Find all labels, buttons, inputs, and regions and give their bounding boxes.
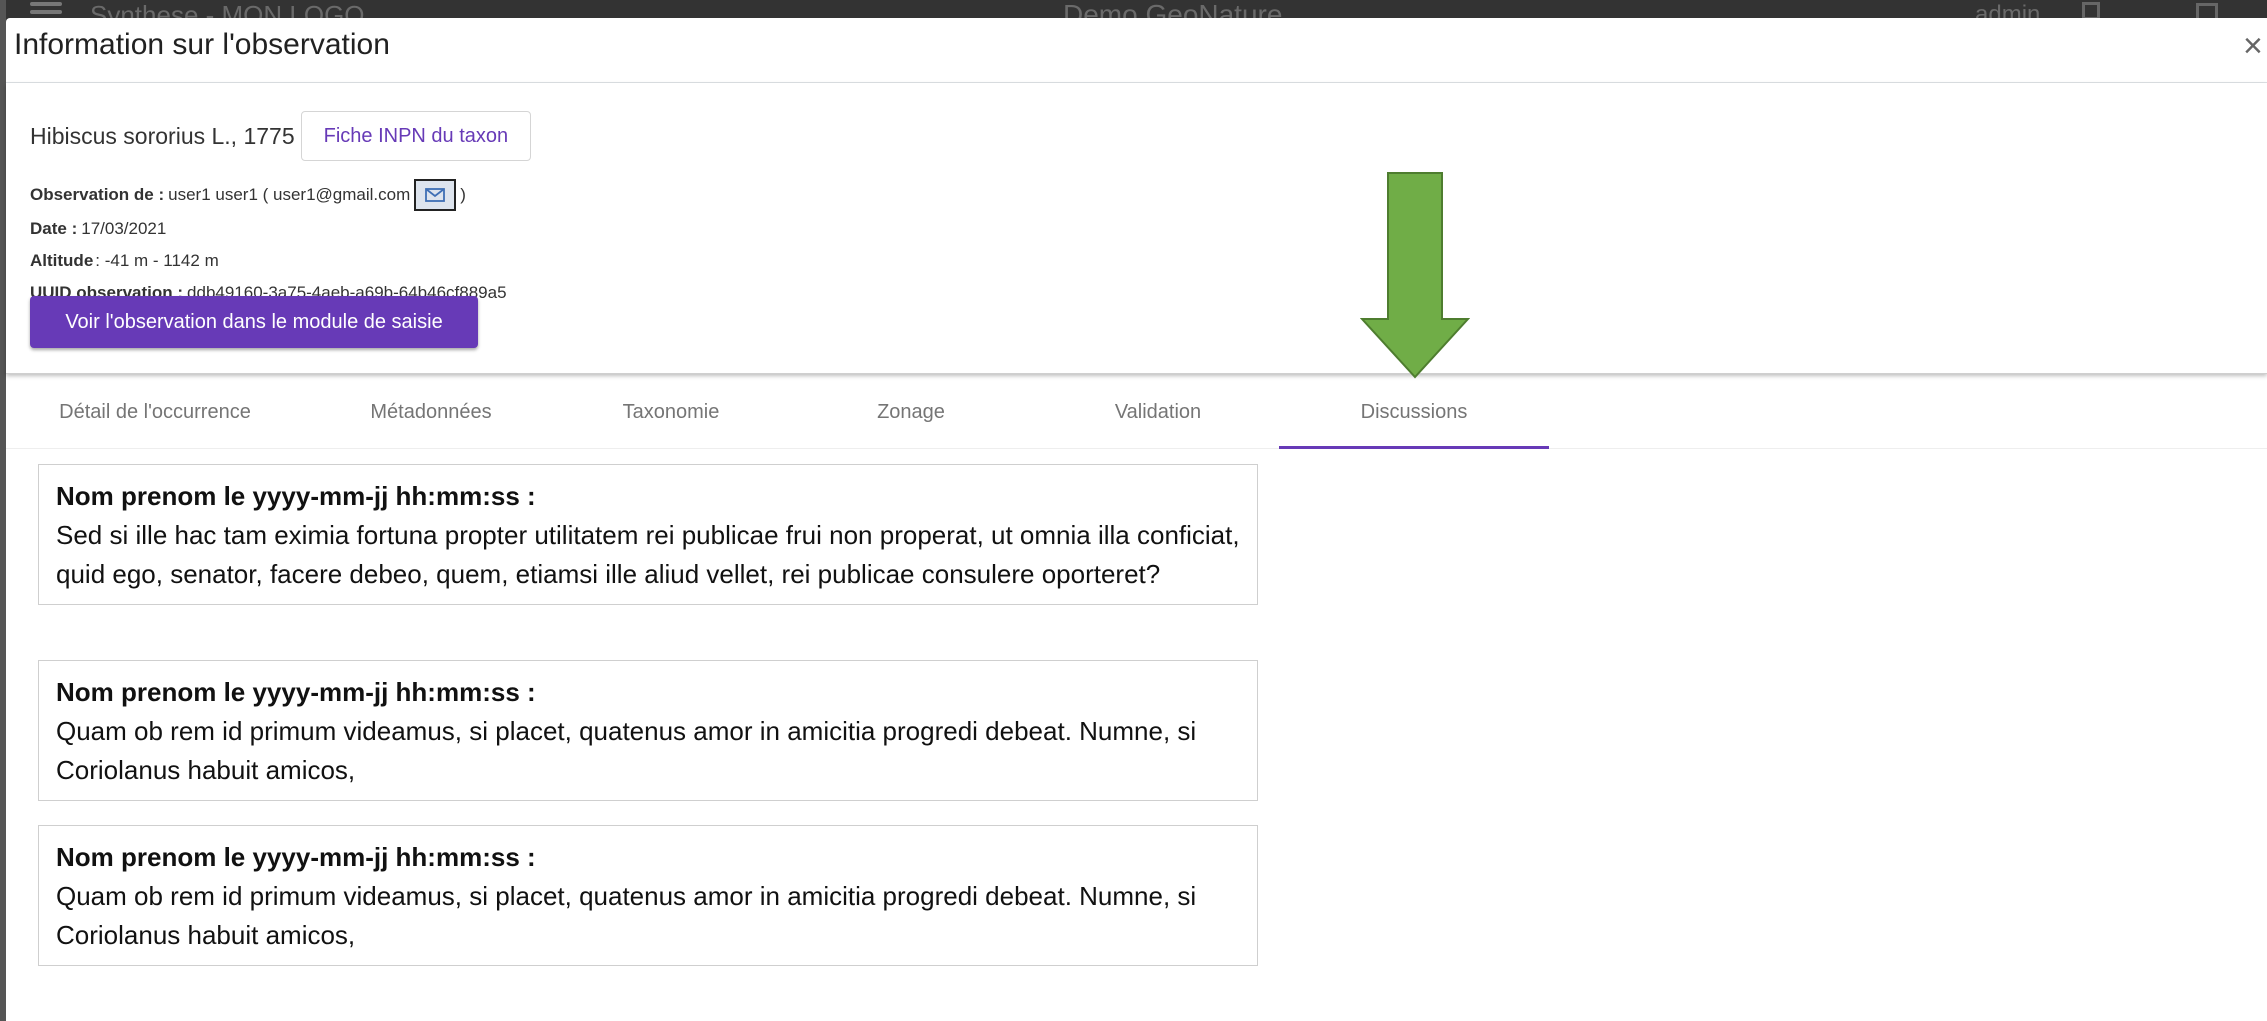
altitude-line: Altitude : -41 m - 1142 m <box>30 251 219 271</box>
observer-close-paren: ) <box>460 185 466 204</box>
taxon-name: Hibiscus sororius L., 1775 <box>30 122 295 149</box>
tab-zonage[interactable]: Zonage <box>816 378 1006 446</box>
observation-modal: Information sur l'observation × Hibiscus… <box>6 18 2267 1021</box>
tab-validation[interactable]: Validation <box>1058 378 1258 446</box>
discussion-message: Nom prenom le yyyy-mm-jj hh:mm:ss : Quam… <box>38 825 1258 966</box>
message-text: Quam ob rem id primum videamus, si place… <box>56 881 1197 950</box>
tab-discussions[interactable]: Discussions <box>1279 378 1549 449</box>
tab-taxonomie[interactable]: Taxonomie <box>576 378 766 446</box>
modal-title: Information sur l'observation <box>14 28 390 61</box>
modal-header: Information sur l'observation × <box>6 18 2267 83</box>
mail-icon[interactable] <box>414 179 457 211</box>
message-text: Quam ob rem id primum videamus, si place… <box>56 716 1197 785</box>
date-line: Date : 17/03/2021 <box>30 219 166 239</box>
message-author: Nom prenom le yyyy-mm-jj hh:mm:ss : <box>56 677 536 707</box>
message-text: Sed si ille hac tam eximia fortuna propt… <box>56 520 1240 589</box>
tab-detail-occurrence[interactable]: Détail de l'occurrence <box>20 378 290 446</box>
observer-label: Observation de : <box>30 185 165 204</box>
observation-info-card: Hibiscus sororius L., 1775 Fiche INPN du… <box>6 83 2267 379</box>
inpn-button[interactable]: Fiche INPN du taxon <box>300 111 532 161</box>
down-arrow-annotation <box>1360 172 1470 379</box>
altitude-value: : -41 m - 1142 m <box>95 251 219 270</box>
altitude-label: Altitude <box>30 251 94 270</box>
observer-line: Observation de : user1 user1 ( user1@gma… <box>30 179 466 211</box>
date-value: 17/03/2021 <box>81 219 167 238</box>
discussion-message: Nom prenom le yyyy-mm-jj hh:mm:ss : Quam… <box>38 660 1258 801</box>
tab-bar: Détail de l'occurrence Métadonnées Taxon… <box>6 378 2267 449</box>
date-label: Date : <box>30 219 78 238</box>
message-author: Nom prenom le yyyy-mm-jj hh:mm:ss : <box>56 842 536 872</box>
taxon-row: Hibiscus sororius L., 1775 Fiche INPN du… <box>30 111 532 161</box>
close-icon[interactable]: × <box>2243 28 2267 64</box>
discussion-message: Nom prenom le yyyy-mm-jj hh:mm:ss : Sed … <box>38 464 1258 605</box>
observer-value: user1 user1 ( user1@gmail.com <box>168 185 411 204</box>
voir-observation-button[interactable]: Voir l'observation dans le module de sai… <box>30 296 478 348</box>
tab-metadonnees[interactable]: Métadonnées <box>326 378 536 446</box>
message-author: Nom prenom le yyyy-mm-jj hh:mm:ss : <box>56 481 536 511</box>
